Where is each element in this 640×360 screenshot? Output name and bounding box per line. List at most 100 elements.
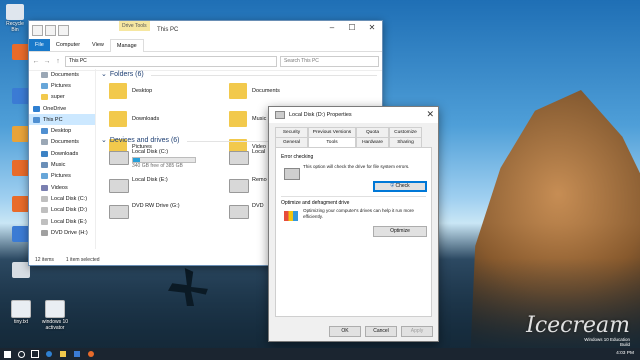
- drive-item[interactable]: Local Disk (E:): [109, 177, 219, 199]
- folder-item[interactable]: Downloads: [109, 111, 159, 127]
- nav-item-label: Documents: [51, 71, 79, 78]
- nav-item[interactable]: Documents: [29, 69, 95, 80]
- tab-general[interactable]: General: [275, 137, 308, 147]
- nav-item[interactable]: Documents: [29, 137, 95, 148]
- check-button[interactable]: ⛨ Check: [373, 181, 427, 192]
- nav-item-icon: [41, 173, 48, 180]
- search-input[interactable]: Search This PC: [280, 55, 379, 67]
- maximize-icon[interactable]: ☐: [342, 21, 362, 35]
- tab-quota[interactable]: Quota: [356, 127, 389, 137]
- task-view-icon[interactable]: [28, 348, 42, 360]
- tab-hardware[interactable]: Hardware: [356, 137, 389, 147]
- folder-icon: [109, 83, 127, 99]
- check-button-label: Check: [395, 183, 410, 189]
- folders-header[interactable]: ⌄ Folders (6): [101, 69, 377, 81]
- item-count: 12 items: [35, 257, 54, 263]
- nav-item[interactable]: This PC: [29, 114, 95, 126]
- tab-sharing[interactable]: Sharing: [389, 137, 422, 147]
- nav-item-icon: [41, 128, 48, 135]
- drive-icon: [109, 205, 129, 219]
- nav-item-icon: [33, 105, 40, 112]
- nav-item[interactable]: DVD Drive (H:): [29, 227, 95, 238]
- ok-button[interactable]: OK: [329, 326, 361, 337]
- close-icon[interactable]: ✕: [426, 109, 434, 120]
- nav-item[interactable]: Local Disk (D:): [29, 205, 95, 216]
- nav-item-icon: [41, 82, 48, 89]
- folder-label: Desktop: [132, 88, 153, 94]
- tools-tab-body: Error checking This option will check th…: [275, 147, 432, 317]
- search-icon[interactable]: [14, 348, 28, 360]
- quick-access-toolbar: [29, 24, 69, 36]
- nav-item[interactable]: Videos: [29, 182, 95, 193]
- build-line: Build: [619, 342, 630, 347]
- drive-label: DVD: [252, 203, 264, 209]
- nav-item[interactable]: Downloads: [29, 148, 95, 159]
- drive-icon: [229, 151, 249, 165]
- apply-button[interactable]: Apply: [401, 326, 433, 337]
- nav-item[interactable]: Desktop: [29, 125, 95, 136]
- nav-item[interactable]: Local Disk (E:): [29, 216, 95, 227]
- nav-item-label: OneDrive: [43, 105, 67, 112]
- edge-icon[interactable]: [42, 348, 56, 360]
- drive-item[interactable]: Local Disk (C:) 340 GB free of 385 GB: [109, 149, 219, 171]
- folder-item[interactable]: Music: [229, 111, 266, 127]
- desktop-icon-activator[interactable]: windows 10 activator: [40, 300, 70, 331]
- close-icon[interactable]: ✕: [362, 21, 382, 35]
- desktop-icon-file[interactable]: tiny.txt: [8, 300, 34, 325]
- nav-item-icon: [41, 162, 48, 169]
- nav-item-icon: [41, 229, 48, 236]
- desktop-icon-label: tiny.txt: [13, 319, 29, 325]
- address-bar[interactable]: This PC: [65, 55, 277, 67]
- minimize-icon[interactable]: –: [322, 21, 342, 35]
- nav-item-label: Pictures: [51, 82, 71, 89]
- navigation-pane: Documents Pictures super OneDrive This PC Des…: [29, 69, 96, 249]
- back-icon[interactable]: ←: [32, 58, 40, 65]
- nav-item-icon: [33, 116, 40, 123]
- cancel-button[interactable]: Cancel: [365, 326, 397, 337]
- nav-item[interactable]: super: [29, 92, 95, 103]
- folders-header-label: Folders (6): [109, 71, 144, 78]
- tab-computer[interactable]: Computer: [50, 39, 86, 51]
- nav-item[interactable]: OneDrive: [29, 103, 95, 114]
- desktop-icon-label: windows 10 activator: [41, 319, 69, 331]
- optimize-button[interactable]: Optimize: [373, 226, 427, 237]
- windows-edition: Windows 10 Education Build: [584, 337, 630, 347]
- dropdown-icon[interactable]: [58, 24, 69, 36]
- folder-label: Documents: [252, 88, 280, 94]
- nav-item-label: Local Disk (E:): [51, 218, 87, 225]
- nav-item[interactable]: Pictures: [29, 80, 95, 91]
- desktop-icon[interactable]: Recycle Bin: [2, 4, 28, 33]
- nav-item[interactable]: Pictures: [29, 171, 95, 182]
- nav-item[interactable]: Music: [29, 159, 95, 170]
- drive-label: DVD RW Drive (G:): [132, 203, 180, 209]
- nav-item-icon: [41, 207, 48, 214]
- recorder-icon[interactable]: [84, 348, 98, 360]
- properties-icon[interactable]: [32, 24, 43, 36]
- tab-tools[interactable]: Tools: [308, 137, 356, 147]
- tab-manage[interactable]: Manage: [109, 38, 144, 52]
- tab-security[interactable]: Security: [275, 127, 308, 137]
- file-explorer-icon[interactable]: [56, 348, 70, 360]
- tab-previous-versions[interactable]: Previous Versions: [308, 127, 356, 137]
- tab-view[interactable]: View: [86, 39, 110, 51]
- store-icon[interactable]: [70, 348, 84, 360]
- nav-item-icon: [41, 218, 48, 225]
- nav-item-label: Local Disk (C:): [51, 195, 88, 202]
- context-tab-drive-tools: Drive Tools: [119, 21, 150, 31]
- new-folder-icon[interactable]: [45, 24, 56, 36]
- folder-item[interactable]: Documents: [229, 83, 280, 99]
- folder-label: Music: [252, 116, 267, 122]
- optimize-header: Optimize and defragment drive: [281, 200, 350, 206]
- dialog-title: Local Disk (D:) Properties: [289, 112, 352, 118]
- up-icon[interactable]: ↑: [54, 58, 62, 65]
- error-checking-group: Error checking This option will check th…: [281, 154, 427, 196]
- tab-file[interactable]: File: [29, 39, 50, 51]
- tab-customize[interactable]: Customize: [389, 127, 422, 137]
- nav-item[interactable]: Local Disk (C:): [29, 193, 95, 204]
- drive-item[interactable]: DVD RW Drive (G:): [109, 203, 219, 225]
- dialog-titlebar: Local Disk (D:) Properties ✕: [269, 107, 438, 123]
- forward-icon[interactable]: →: [43, 58, 51, 65]
- folder-item[interactable]: Desktop: [109, 83, 152, 99]
- drive-label: Local: [252, 149, 266, 155]
- start-button[interactable]: [0, 348, 14, 360]
